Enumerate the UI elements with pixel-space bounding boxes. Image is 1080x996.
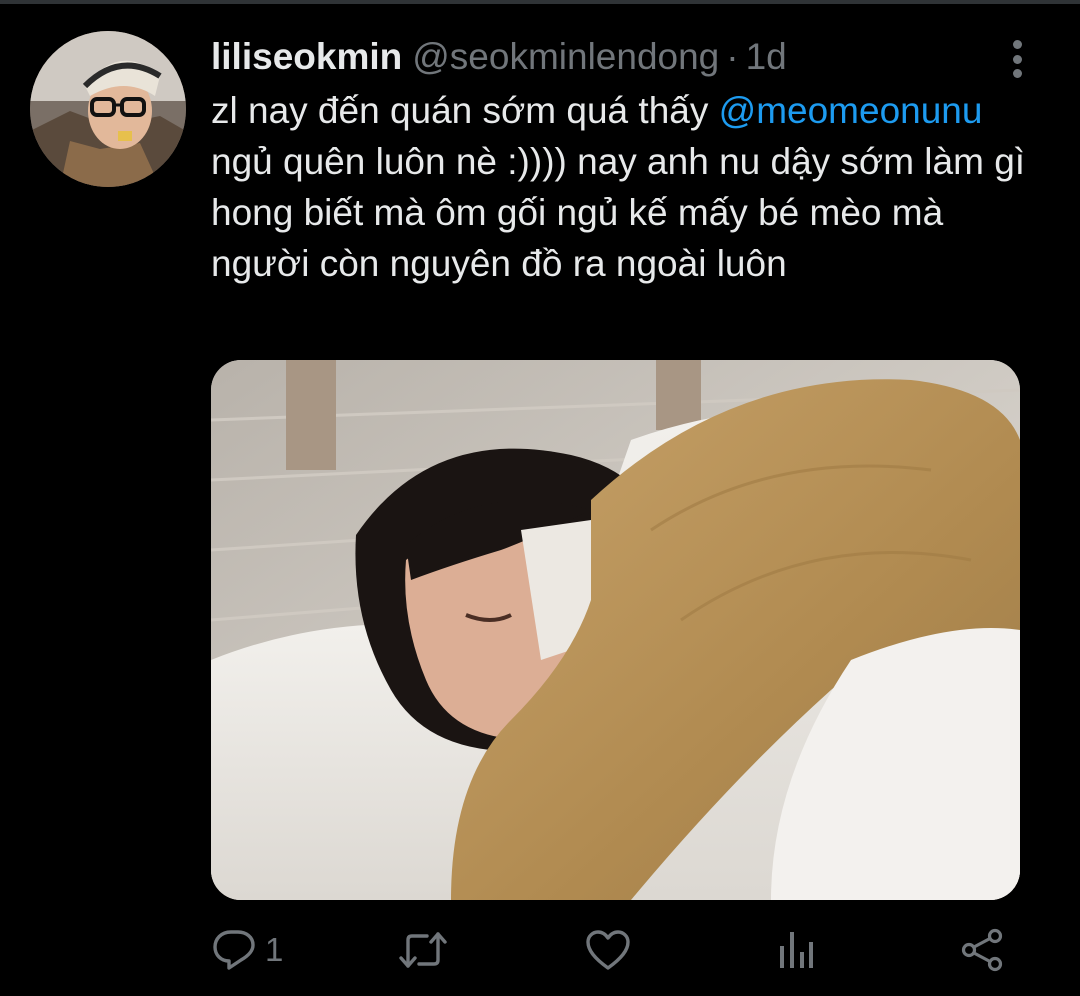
retweet-button[interactable] bbox=[397, 920, 449, 980]
like-button[interactable] bbox=[584, 920, 632, 980]
avatar[interactable] bbox=[30, 31, 186, 187]
reply-button[interactable]: 1 bbox=[211, 920, 283, 980]
share-button[interactable] bbox=[959, 920, 1005, 980]
user-handle[interactable]: @seokminlendong bbox=[412, 36, 719, 78]
tweet-actions: 1 bbox=[211, 920, 1031, 980]
heart-icon bbox=[586, 930, 630, 970]
tweet-text-part-1: zl nay đến quán sớm quá thấy bbox=[211, 90, 719, 131]
tweet-media-image[interactable] bbox=[211, 360, 1020, 900]
share-icon bbox=[961, 928, 1003, 972]
tweet-text: zl nay đến quán sớm quá thấy @meomeonunu… bbox=[211, 85, 1041, 289]
display-name[interactable]: liliseokmin bbox=[211, 36, 402, 78]
analytics-button[interactable] bbox=[776, 920, 816, 980]
reply-icon bbox=[213, 930, 255, 970]
retweet-icon bbox=[399, 932, 447, 968]
analytics-icon bbox=[780, 932, 813, 968]
top-divider bbox=[0, 0, 1080, 4]
separator-dot: · bbox=[726, 36, 739, 77]
reply-count: 1 bbox=[265, 931, 284, 968]
tweet-text-part-2: ngủ quên luôn nè :)))) nay anh nu dậy sớ… bbox=[211, 141, 1026, 284]
more-vertical-icon[interactable] bbox=[1000, 38, 1034, 80]
timestamp[interactable]: 1d bbox=[746, 36, 787, 78]
mention-link[interactable]: @meomeonunu bbox=[719, 90, 983, 131]
tweet-header: liliseokmin @seokminlendong · 1d bbox=[211, 36, 787, 82]
